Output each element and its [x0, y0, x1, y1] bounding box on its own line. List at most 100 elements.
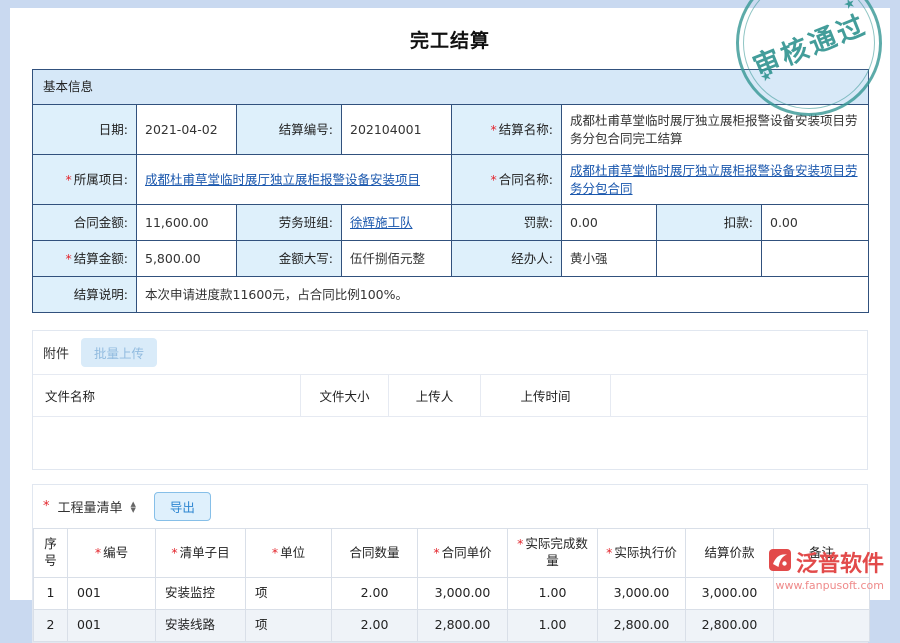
col-upload-time: 上传时间	[481, 375, 611, 416]
table-row: *结算金额: 5,800.00 金额大写: 伍仟捌佰元整 经办人: 黄小强	[33, 241, 869, 277]
cell-remark	[774, 609, 870, 641]
table-row[interactable]: 1 001 安装监控 项 2.00 3,000.00 1.00 3,000.00…	[34, 577, 870, 609]
required-marker: *	[491, 122, 497, 137]
attachments-header-row: 文件名称 文件大小 上传人 上传时间	[33, 374, 867, 417]
project-value: 成都杜甫草堂临时展厅独立展柜报警设备安装项目	[137, 155, 452, 205]
table-row: 合同金额: 11,600.00 劳务班组: 徐辉施工队 罚款: 0.00 扣款:…	[33, 205, 869, 241]
table-row[interactable]: 2 001 安装线路 项 2.00 2,800.00 1.00 2,800.00…	[34, 609, 870, 641]
required-marker: *	[517, 536, 523, 551]
deduction-value: 0.00	[762, 205, 869, 241]
col-actual-qty: *实际完成数量	[508, 529, 598, 578]
batch-upload-button[interactable]: 批量上传	[81, 338, 157, 367]
date-label: 日期:	[33, 105, 137, 155]
cell-contract-price: 2,800.00	[418, 609, 508, 641]
settle-name-label-text: 结算名称:	[499, 122, 553, 137]
content-panel: 完工结算 基本信息 日期: 2021-04-02 结算编号: 202104001…	[10, 8, 890, 600]
required-marker: *	[95, 545, 101, 560]
contract-name-label: *合同名称:	[452, 155, 562, 205]
empty-cell	[657, 241, 762, 277]
contract-name-link[interactable]: 成都杜甫草堂临时展厅独立展柜报警设备安装项目劳务分包合同	[570, 163, 858, 196]
quantity-list-section: * 工程量清单 ▲ ▼ 导出 序号 *编号 *清单子目 *单位 合同数量 *合同…	[32, 484, 868, 643]
table-row: 日期: 2021-04-02 结算编号: 202104001 *结算名称: 成都…	[33, 105, 869, 155]
labor-team-link[interactable]: 徐辉施工队	[350, 215, 413, 230]
contract-name-label-text: 合同名称:	[499, 172, 553, 187]
sort-desc-icon: ▼	[131, 507, 136, 513]
col-empty	[611, 375, 867, 416]
required-marker: *	[606, 545, 612, 560]
col-file-name: 文件名称	[33, 375, 301, 416]
settle-name-label: *结算名称:	[452, 105, 562, 155]
cell-actual-price: 3,000.00	[598, 577, 686, 609]
cell-code: 001	[68, 577, 156, 609]
footer-brand: 泛普软件 www.fanpusoft.com	[769, 546, 884, 592]
col-settle-amount: 结算价款	[686, 529, 774, 578]
col-contract-qty: 合同数量	[332, 529, 418, 578]
fanpu-logo-icon	[769, 549, 791, 575]
amount-words-value: 伍仟捌佰元整	[342, 241, 452, 277]
attachments-label: 附件	[43, 343, 69, 362]
col-file-size: 文件大小	[301, 375, 389, 416]
table-row: *所属项目: 成都杜甫草堂临时展厅独立展柜报警设备安装项目 *合同名称: 成都杜…	[33, 155, 869, 205]
penalty-value: 0.00	[562, 205, 657, 241]
col-sub-item: *清单子目	[156, 529, 246, 578]
project-label-text: 所属项目:	[74, 172, 128, 187]
export-button[interactable]: 导出	[154, 492, 211, 521]
required-marker: *	[66, 251, 72, 266]
cell-settle-amount: 2,800.00	[686, 609, 774, 641]
col-contract-price: *合同单价	[418, 529, 508, 578]
col-actual-price: *实际执行价	[598, 529, 686, 578]
stamp-star-icon: ★	[758, 68, 774, 86]
cell-actual-qty: 1.00	[508, 609, 598, 641]
date-value: 2021-04-02	[137, 105, 237, 155]
cell-unit: 项	[246, 609, 332, 641]
cell-actual-qty: 1.00	[508, 577, 598, 609]
col-code: *编号	[68, 529, 156, 578]
quantity-list-title: 工程量清单	[58, 497, 123, 516]
brand-url: www.fanpusoft.com	[769, 579, 884, 592]
settle-no-value: 202104001	[342, 105, 452, 155]
settle-no-label: 结算编号:	[237, 105, 342, 155]
cell-code: 001	[68, 609, 156, 641]
cell-unit: 项	[246, 577, 332, 609]
note-value: 本次申请进度款11600元，占合同比例100%。	[137, 277, 869, 313]
cell-seq: 2	[34, 609, 68, 641]
required-marker: *	[66, 172, 72, 187]
cell-actual-price: 2,800.00	[598, 609, 686, 641]
quantity-header-row: 序号 *编号 *清单子目 *单位 合同数量 *合同单价 *实际完成数量 *实际执…	[34, 529, 870, 578]
note-label: 结算说明:	[33, 277, 137, 313]
cell-settle-amount: 3,000.00	[686, 577, 774, 609]
cell-sub-item: 安装监控	[156, 577, 246, 609]
quantity-list-toolbar: * 工程量清单 ▲ ▼ 导出	[33, 485, 867, 528]
basic-info-table: 基本信息 日期: 2021-04-02 结算编号: 202104001 *结算名…	[32, 69, 869, 313]
contract-amount-value: 11,600.00	[137, 205, 237, 241]
amount-words-label: 金额大写:	[237, 241, 342, 277]
cell-contract-qty: 2.00	[332, 609, 418, 641]
required-marker: *	[43, 499, 50, 514]
quantity-table: 序号 *编号 *清单子目 *单位 合同数量 *合同单价 *实际完成数量 *实际执…	[33, 528, 870, 642]
cell-contract-price: 3,000.00	[418, 577, 508, 609]
project-label: *所属项目:	[33, 155, 137, 205]
cell-seq: 1	[34, 577, 68, 609]
deduction-label: 扣款:	[657, 205, 762, 241]
sort-icon[interactable]: ▲ ▼	[131, 501, 136, 513]
col-uploader: 上传人	[389, 375, 481, 416]
labor-team-value: 徐辉施工队	[342, 205, 452, 241]
settle-amount-label-text: 结算金额:	[74, 251, 128, 266]
stamp-star-icon: ★	[841, 0, 857, 14]
handler-label: 经办人:	[452, 241, 562, 277]
attachments-empty-body	[33, 417, 867, 469]
col-unit: *单位	[246, 529, 332, 578]
col-seq: 序号	[34, 529, 68, 578]
settle-amount-value: 5,800.00	[137, 241, 237, 277]
contract-amount-label: 合同金额:	[33, 205, 137, 241]
table-row: 结算说明: 本次申请进度款11600元，占合同比例100%。	[33, 277, 869, 313]
labor-team-label: 劳务班组:	[237, 205, 342, 241]
settle-amount-label: *结算金额:	[33, 241, 137, 277]
required-marker: *	[272, 545, 278, 560]
contract-name-value: 成都杜甫草堂临时展厅独立展柜报警设备安装项目劳务分包合同	[562, 155, 869, 205]
project-link[interactable]: 成都杜甫草堂临时展厅独立展柜报警设备安装项目	[145, 172, 420, 187]
brand-name: 泛普软件	[796, 546, 884, 578]
required-marker: *	[171, 545, 177, 560]
attachments-toolbar: 附件 批量上传	[33, 331, 867, 374]
cell-contract-qty: 2.00	[332, 577, 418, 609]
